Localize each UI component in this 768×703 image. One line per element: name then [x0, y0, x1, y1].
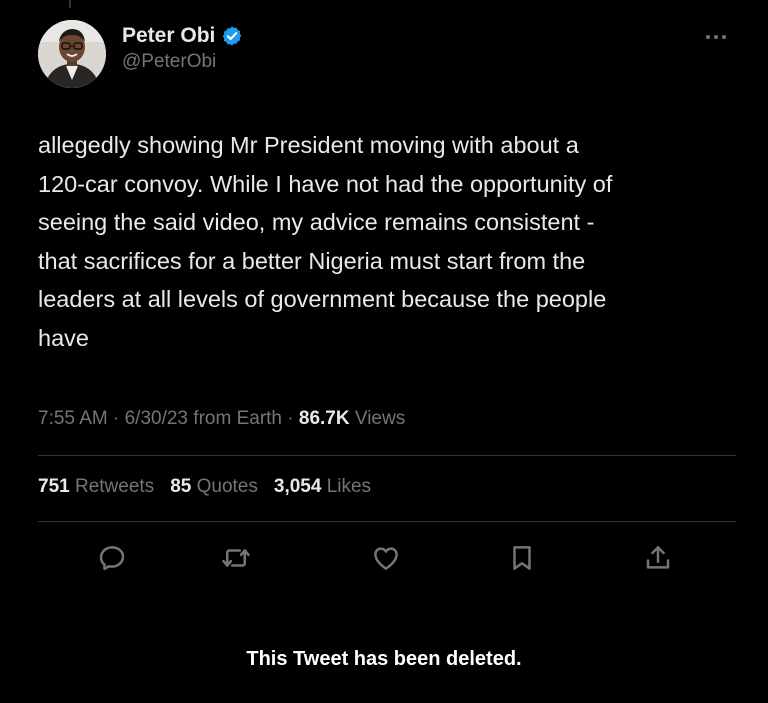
share-button[interactable] [640, 540, 676, 576]
meta-separator: · [287, 408, 299, 429]
bookmark-button[interactable] [504, 540, 540, 576]
author-display-name[interactable]: Peter Obi [122, 24, 215, 48]
views-count: 86.7K [298, 408, 350, 429]
reply-button[interactable] [94, 540, 130, 576]
verified-badge-icon [223, 26, 242, 46]
divider [38, 521, 736, 522]
quotes-count: 85 [170, 476, 192, 497]
deleted-tweet-notice: This Tweet has been deleted. [246, 648, 522, 670]
retweet-button[interactable] [218, 540, 254, 576]
views-label: Views [354, 408, 406, 429]
more-options-icon[interactable] [702, 30, 730, 44]
retweets-count: 751 [38, 476, 70, 497]
avatar-image [38, 20, 106, 88]
bookmark-icon [513, 546, 531, 570]
tweet-time[interactable]: 7:55 AM [38, 408, 108, 429]
like-icon [374, 547, 398, 570]
retweets-stat[interactable]: 751 Retweets [38, 476, 154, 497]
divider [38, 455, 736, 456]
meta-separator: · [113, 408, 125, 429]
retweets-label: Retweets [74, 476, 155, 497]
more-dot [722, 35, 726, 39]
avatar[interactable] [38, 20, 106, 88]
share-icon [646, 546, 670, 569]
like-button[interactable] [368, 540, 404, 576]
author-handle[interactable]: @PeterObi [122, 51, 243, 73]
tweet-text: allegedly showing Mr President moving wi… [38, 132, 613, 351]
likes-count: 3,054 [273, 476, 322, 497]
tweet-actions-bar [38, 540, 738, 590]
tweet-source: from Earth [193, 408, 282, 429]
tweet-date[interactable]: 6/30/23 [125, 408, 188, 429]
more-dot [706, 35, 710, 39]
tweet-metadata: 7:55 AM · 6/30/23 from Earth · 86.7K Vie… [38, 408, 405, 430]
author-info: Peter Obi @PeterObi [122, 24, 243, 73]
likes-stat[interactable]: 3,054 Likes [274, 476, 371, 497]
thread-connector-line [69, 0, 71, 8]
reply-icon [99, 546, 125, 571]
tweet-stats: 751 Retweets 85 Quotes 3,054 Likes [38, 476, 371, 498]
retweet-icon [222, 549, 250, 567]
tweet-header: Peter Obi @PeterObi [38, 20, 738, 92]
more-dot [714, 35, 718, 39]
quotes-stat[interactable]: 85 Quotes [170, 476, 258, 497]
author-name-row: Peter Obi [122, 24, 243, 48]
likes-label: Likes [326, 476, 372, 497]
quotes-label: Quotes [196, 476, 258, 497]
